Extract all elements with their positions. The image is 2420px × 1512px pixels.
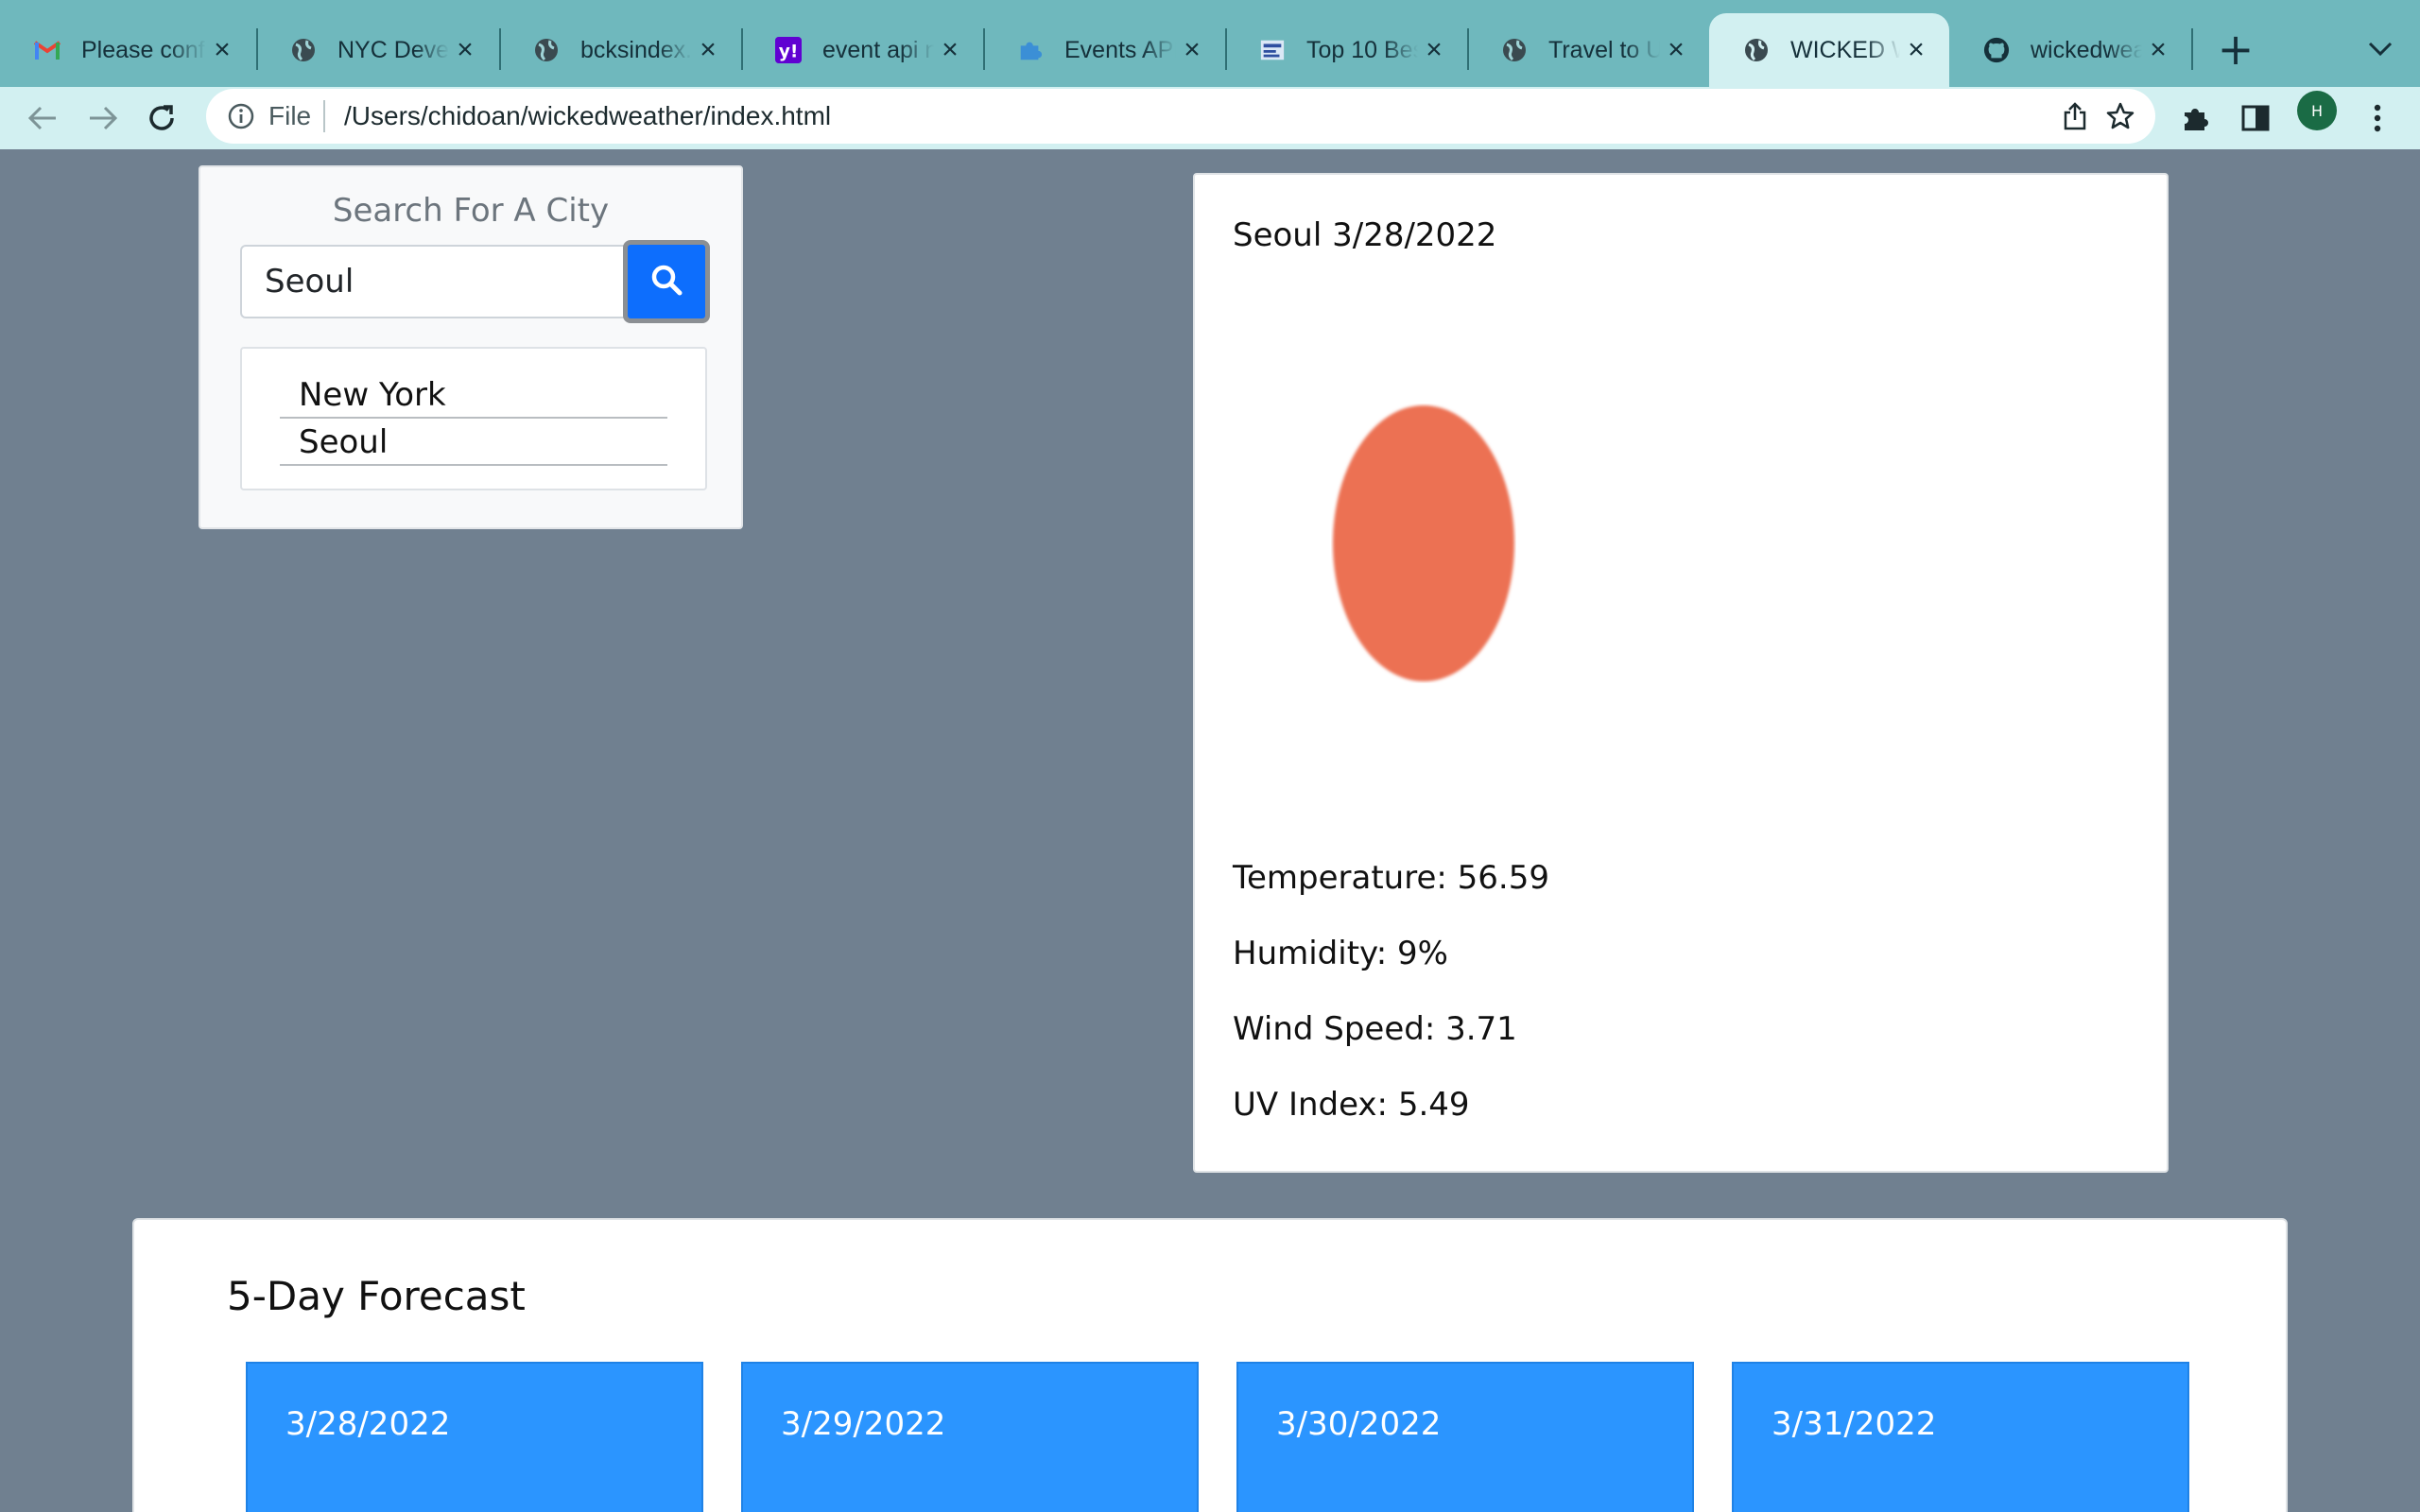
forecast-title: 5-Day Forecast	[227, 1273, 526, 1319]
forward-arrow-icon[interactable]	[79, 94, 127, 142]
chevron-down-icon[interactable]	[2354, 23, 2407, 76]
search-title: Search For A City	[332, 192, 610, 230]
address-url[interactable]: /Users/chidoan/wickedweather/index.html	[344, 101, 831, 131]
search-icon	[650, 264, 683, 300]
forecast-day-card: 3/29/2022	[741, 1362, 1199, 1512]
browser-tab-active[interactable]: WICKED WEATHER ×	[1709, 13, 1949, 87]
back-arrow-icon[interactable]	[19, 94, 66, 142]
rakuten-icon	[1259, 37, 1286, 63]
svg-text:y!: y!	[779, 42, 799, 61]
close-tab-icon[interactable]: ×	[2142, 34, 2174, 66]
tab-title: NYC Developers	[337, 36, 449, 63]
humidity-stat: Humidity: 9%	[1233, 935, 1448, 972]
browser-tab[interactable]: bcksindex.html ×	[499, 13, 741, 87]
history-item-seoul[interactable]: Seoul	[280, 419, 667, 466]
address-bar[interactable]: File /Users/chidoan/wickedweather/index.…	[206, 89, 2155, 144]
close-tab-icon[interactable]: ×	[934, 34, 966, 66]
forecast-day-card: 3/31/2022	[1732, 1362, 2189, 1512]
tab-title: event api news	[822, 36, 934, 63]
close-tab-icon[interactable]: ×	[1176, 34, 1208, 66]
reload-icon[interactable]	[138, 94, 185, 142]
browser-toolbar: File /Users/chidoan/wickedweather/index.…	[0, 87, 2420, 149]
yahoo-icon: y!	[775, 37, 802, 63]
tab-title: Top 10 Best	[1306, 36, 1418, 63]
browser-tab[interactable]: Top 10 Best ×	[1225, 13, 1467, 87]
close-tab-icon[interactable]: ×	[449, 34, 481, 66]
close-tab-icon[interactable]: ×	[692, 34, 724, 66]
close-tab-icon[interactable]: ×	[1660, 34, 1692, 66]
forecast-day-card: 3/28/2022	[246, 1362, 703, 1512]
browser-tab[interactable]: Travel to USA ×	[1467, 13, 1709, 87]
browser-tab[interactable]: Please confirm ×	[0, 13, 255, 87]
browser-tab-bar: Please confirm × NYC Developers × bcksin…	[0, 0, 2420, 87]
star-icon[interactable]	[2104, 100, 2136, 132]
browser-tab[interactable]: NYC Developers ×	[256, 13, 498, 87]
globe-icon	[1501, 37, 1528, 63]
forecast-date: 3/29/2022	[781, 1405, 946, 1443]
sun-icon	[1331, 404, 1516, 683]
close-tab-icon[interactable]: ×	[1900, 34, 1932, 66]
history-item-new-york[interactable]: New York	[280, 371, 667, 419]
forecast-date: 3/31/2022	[1772, 1405, 1937, 1443]
current-weather-card: Seoul 3/28/2022 Temperature: 56.59 Humid…	[1193, 173, 2169, 1173]
tab-title: Events APIs	[1064, 36, 1176, 63]
search-panel: Search For A City New York Seoul	[199, 165, 743, 529]
tab-title: bcksindex.html	[580, 36, 692, 63]
address-divider	[323, 100, 325, 132]
globe-icon	[533, 37, 560, 63]
side-panel-icon[interactable]	[2236, 98, 2275, 138]
forecast-panel: 5-Day Forecast 3/28/2022 3/29/2022 3/30/…	[132, 1218, 2288, 1512]
puzzle-icon	[1017, 37, 1044, 63]
address-scheme-label: File	[268, 101, 312, 130]
globe-icon	[1743, 37, 1770, 63]
browser-tab[interactable]: y! event api news ×	[741, 13, 983, 87]
wind-speed-stat: Wind Speed: 3.71	[1233, 1010, 1517, 1048]
search-button[interactable]	[623, 240, 710, 323]
more-menu-icon[interactable]	[2358, 98, 2397, 138]
close-tab-icon[interactable]: ×	[1418, 34, 1450, 66]
browser-tab[interactable]: Events APIs ×	[983, 13, 1225, 87]
tab-separator	[2191, 28, 2193, 70]
tab-title: Travel to USA	[1548, 36, 1660, 63]
uv-index-stat: UV Index: 5.49	[1233, 1086, 1470, 1124]
search-history-list: New York Seoul	[240, 347, 707, 490]
temperature-stat: Temperature: 56.59	[1233, 859, 1549, 897]
gmail-icon	[34, 37, 60, 63]
browser-tab[interactable]: wickedweather ×	[1949, 13, 2191, 87]
profile-avatar[interactable]: H	[2297, 91, 2337, 130]
forecast-date: 3/28/2022	[285, 1405, 451, 1443]
tab-title: wickedweather	[2031, 36, 2142, 63]
tab-title: Please confirm	[81, 36, 206, 63]
share-icon[interactable]	[2059, 100, 2091, 132]
globe-icon	[290, 37, 317, 63]
current-city-date: Seoul 3/28/2022	[1233, 216, 1497, 254]
tab-title: WICKED WEATHER	[1790, 36, 1900, 63]
close-tab-icon[interactable]: ×	[206, 34, 238, 66]
forecast-day-card: 3/30/2022	[1236, 1362, 1694, 1512]
extensions-icon[interactable]	[2175, 98, 2215, 138]
github-icon	[1983, 37, 2010, 63]
city-search-input[interactable]	[240, 245, 628, 318]
new-tab-icon[interactable]: +	[2209, 23, 2262, 76]
info-icon[interactable]	[227, 102, 255, 130]
forecast-date: 3/30/2022	[1276, 1405, 1442, 1443]
